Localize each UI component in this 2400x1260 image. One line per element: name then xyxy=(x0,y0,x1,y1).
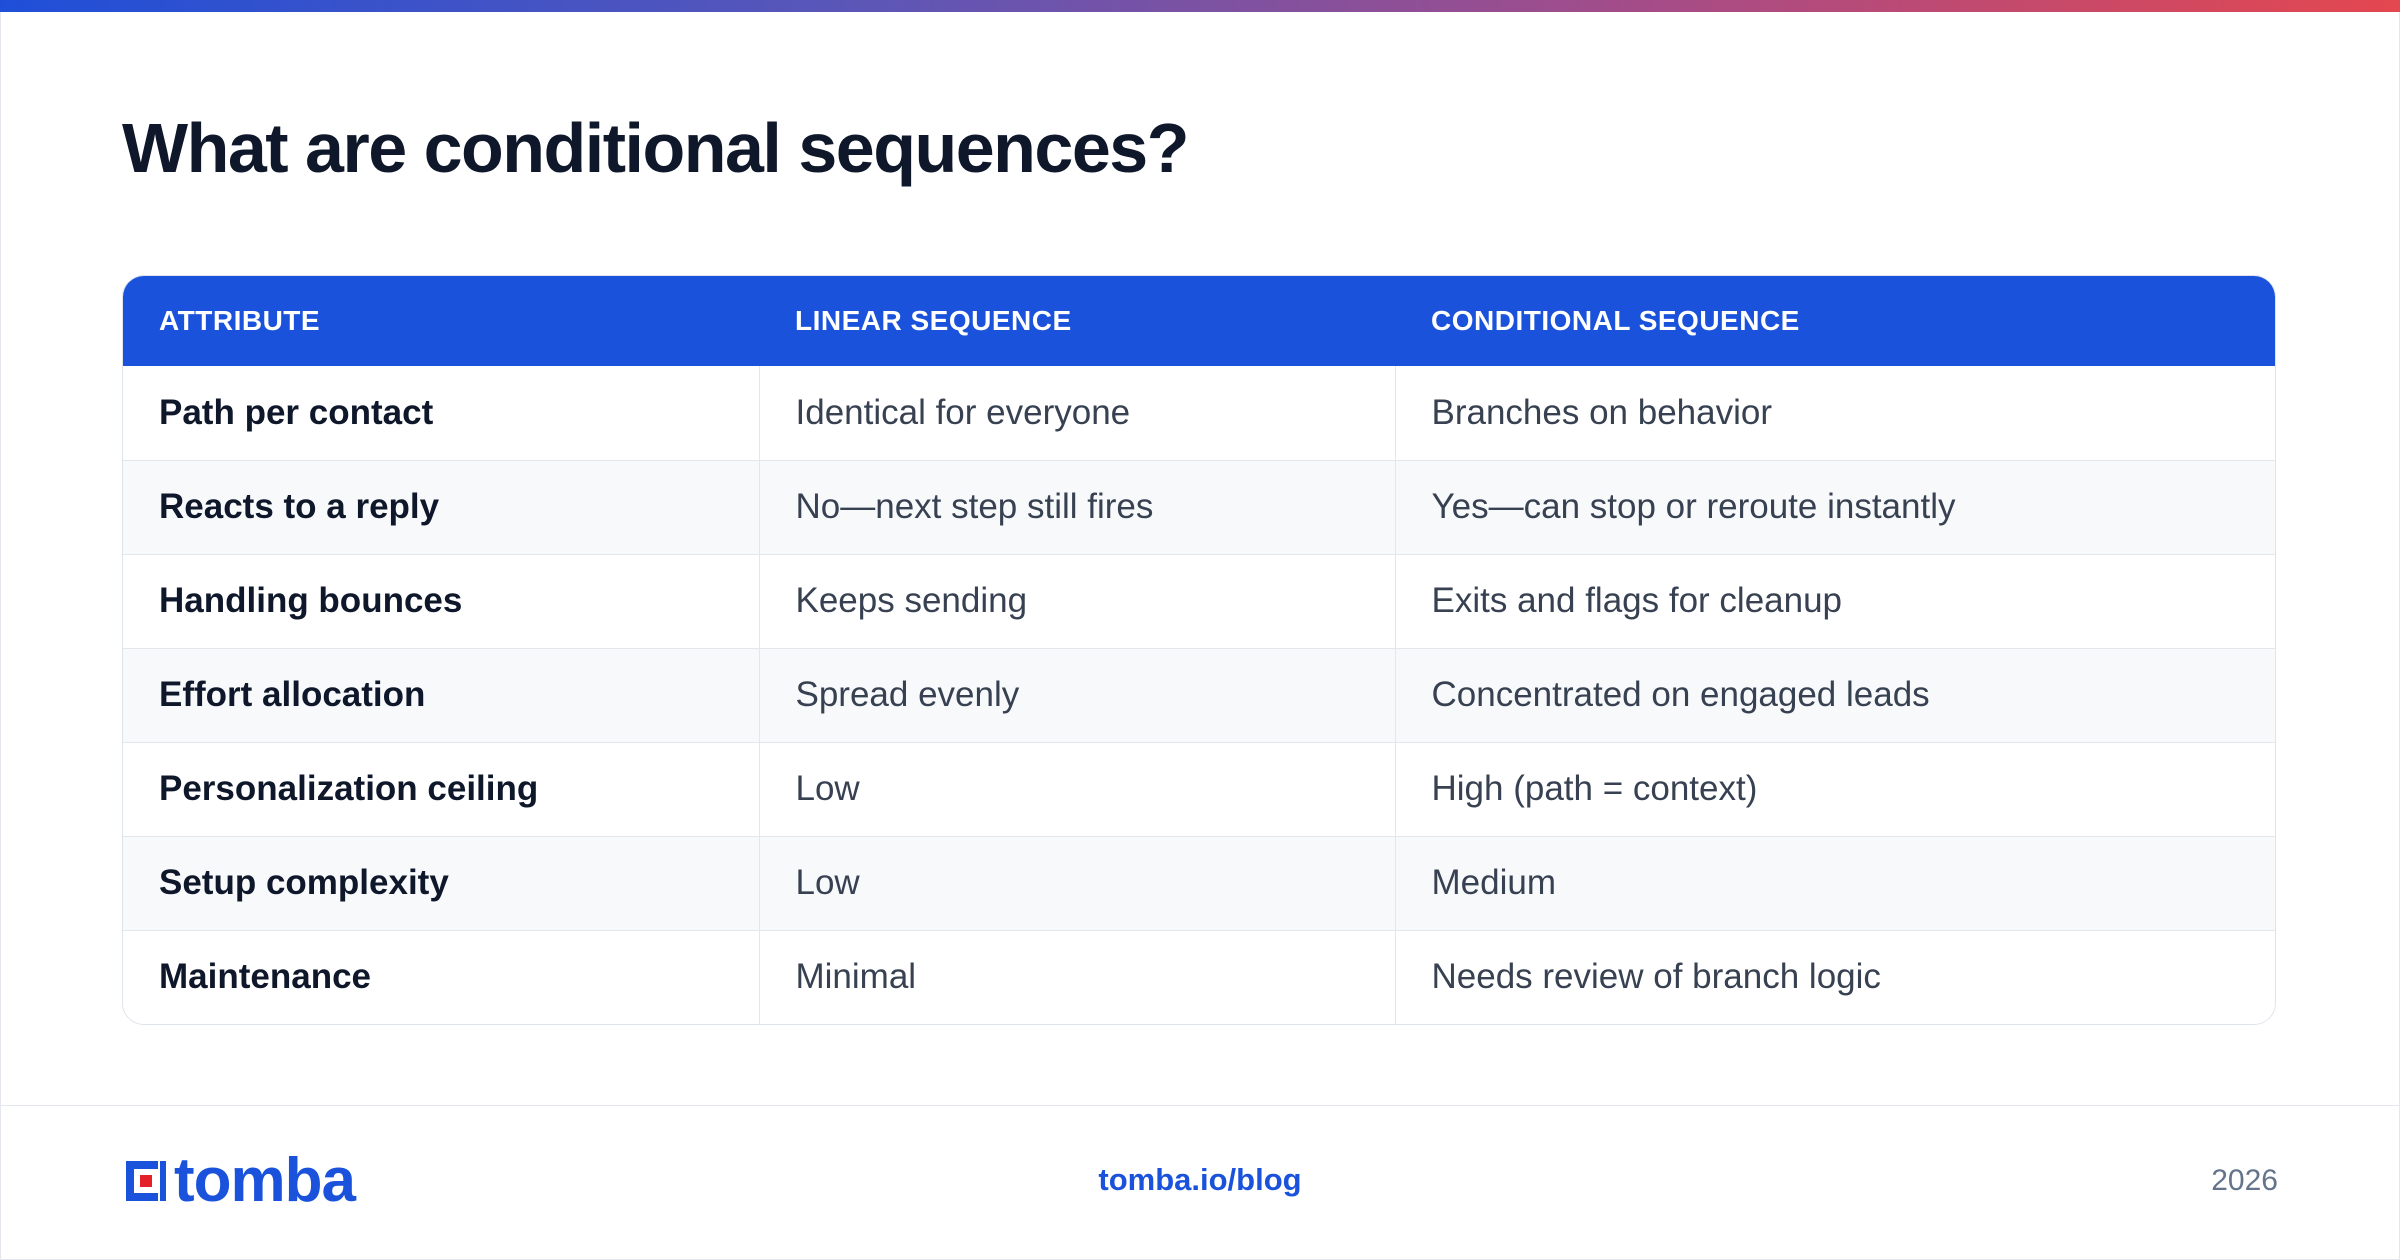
row-attribute: Maintenance xyxy=(159,957,371,997)
row-linear: Low xyxy=(758,742,1395,836)
row-attribute: Reacts to a reply xyxy=(159,487,440,526)
row-attribute: Setup complexity xyxy=(159,863,449,902)
blog-link[interactable]: tomba.io/blog xyxy=(1000,1162,1400,1198)
table-row: Handling bounces Keeps sending Exits and… xyxy=(123,554,2275,648)
tomba-logo-mark-icon xyxy=(126,1161,166,1201)
row-attribute: Personalization ceiling xyxy=(159,769,539,808)
logo-wordmark: tomba xyxy=(174,1146,356,1215)
comparison-table: ATTRIBUTE LINEAR SEQUENCE CONDITIONAL SE… xyxy=(122,275,2276,1025)
row-attribute: Path per contact xyxy=(159,392,434,432)
footer-year: 2026 xyxy=(2211,1164,2278,1197)
row-conditional: Medium xyxy=(1394,836,2275,930)
table-row: Effort allocation Spread evenly Concentr… xyxy=(123,648,2275,742)
page-title: What are conditional sequences? xyxy=(122,109,1189,187)
row-conditional: High (path = context) xyxy=(1394,742,2275,836)
header-attribute: ATTRIBUTE xyxy=(159,305,321,336)
row-attribute: Handling bounces xyxy=(159,581,463,620)
row-linear: Spread evenly xyxy=(758,648,1395,742)
table-row: Path per contact Identical for everyone … xyxy=(123,366,2275,460)
row-attribute: Effort allocation xyxy=(159,675,426,714)
top-gradient-bar xyxy=(0,0,2400,12)
row-conditional: Exits and flags for cleanup xyxy=(1394,554,2275,648)
row-conditional: Needs review of branch logic xyxy=(1394,930,2275,1024)
footer-divider xyxy=(0,1105,2400,1106)
header-linear-sequence: LINEAR SEQUENCE xyxy=(795,305,1072,336)
row-linear: Keeps sending xyxy=(758,554,1395,648)
table-row: Reacts to a reply No—next step still fir… xyxy=(123,460,2275,554)
tomba-logo: tomba xyxy=(122,1146,356,1215)
table-row: Maintenance Minimal Needs review of bran… xyxy=(123,930,2275,1024)
table-row: Personalization ceiling Low High (path =… xyxy=(123,742,2275,836)
row-conditional: Yes—can stop or reroute instantly xyxy=(1394,460,2275,554)
row-conditional: Branches on behavior xyxy=(1394,366,2275,460)
row-linear: Minimal xyxy=(758,930,1395,1024)
row-conditional: Concentrated on engaged leads xyxy=(1394,648,2275,742)
comparison-table-grid: ATTRIBUTE LINEAR SEQUENCE CONDITIONAL SE… xyxy=(123,276,2275,1024)
row-linear: Low xyxy=(758,836,1395,930)
table-header-row: ATTRIBUTE LINEAR SEQUENCE CONDITIONAL SE… xyxy=(123,276,2275,366)
row-linear: Identical for everyone xyxy=(758,366,1395,460)
table-row: Setup complexity Low Medium xyxy=(123,836,2275,930)
row-linear: No—next step still fires xyxy=(758,460,1395,554)
header-conditional-sequence: CONDITIONAL SEQUENCE xyxy=(1431,305,1800,336)
